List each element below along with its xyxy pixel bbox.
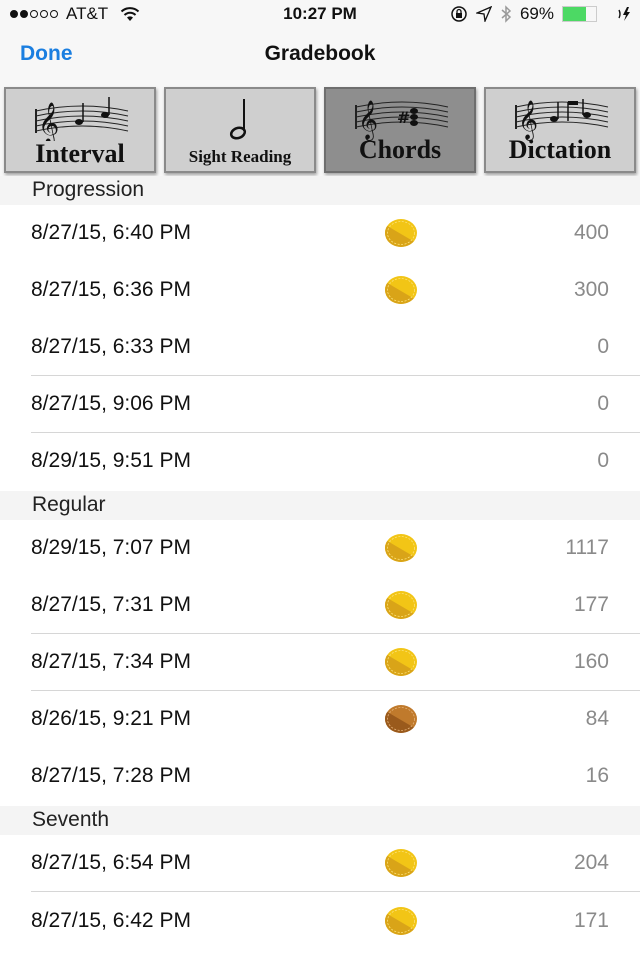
gold-medal-icon — [385, 648, 417, 676]
list-item[interactable]: 8/27/15, 6:40 PM 400 — [0, 205, 640, 262]
tab-label: Dictation — [508, 135, 612, 164]
gold-medal-icon — [385, 276, 417, 304]
half-note-icon — [229, 99, 247, 140]
row-score: 16 — [585, 764, 609, 787]
orientation-lock-icon — [451, 6, 467, 22]
row-score: 171 — [573, 909, 609, 932]
bluetooth-icon — [501, 5, 512, 23]
section-header-progression: Progression — [0, 176, 640, 206]
list-item[interactable]: 8/27/15, 6:33 PM 0 — [0, 319, 640, 376]
tab-dictation[interactable]: 𝄞 Dictation — [484, 87, 636, 173]
tab-label: Interval — [35, 139, 125, 168]
svg-text:𝄞: 𝄞 — [38, 102, 59, 141]
tab-chords[interactable]: 𝄞 # Chords — [324, 87, 476, 173]
row-score: 1117 — [565, 536, 609, 559]
tab-label: Chords — [358, 135, 442, 164]
row-score: 0 — [597, 392, 609, 415]
battery-outline — [562, 6, 597, 22]
svg-text:#: # — [397, 108, 410, 127]
list-item[interactable]: 8/26/15, 9:21 PM 84 — [0, 691, 640, 748]
row-date: 8/29/15, 9:51 PM — [31, 449, 191, 472]
staff-notes-icon: 𝄞 — [35, 97, 129, 141]
row-score: 300 — [573, 278, 609, 301]
bronze-medal-icon — [385, 705, 417, 733]
row-score: 204 — [573, 851, 609, 874]
row-date: 8/27/15, 6:40 PM — [31, 221, 191, 244]
list-item[interactable]: 8/27/15, 6:54 PM 204 — [0, 835, 640, 892]
list-item[interactable]: 8/27/15, 6:42 PM 171 — [0, 893, 640, 950]
row-date: 8/27/15, 6:42 PM — [31, 909, 191, 932]
section-title: Seventh — [32, 808, 110, 831]
battery-icon — [562, 6, 610, 22]
navigation-bar: Done Gradebook — [0, 28, 640, 84]
page-title: Gradebook — [264, 42, 376, 65]
list-item[interactable]: 8/27/15, 7:28 PM 16 — [0, 748, 640, 805]
gold-medal-icon — [385, 907, 417, 935]
section-header-seventh: Seventh — [0, 806, 640, 836]
row-score: 160 — [573, 650, 609, 673]
status-bar: AT&T 10:27 PM 69% — [0, 0, 640, 28]
gold-medal-icon — [385, 219, 417, 247]
gold-medal-icon — [385, 849, 417, 877]
row-date: 8/29/15, 7:07 PM — [31, 536, 191, 559]
tab-interval[interactable]: 𝄞 Interval — [4, 87, 156, 173]
section-header-regular: Regular — [0, 491, 640, 521]
row-date: 8/27/15, 7:28 PM — [31, 764, 191, 787]
category-tab-strip: 𝄞 Interval Sight Reading 𝄞 # Chords 𝄞 Di… — [0, 84, 640, 176]
row-date: 8/27/15, 7:31 PM — [31, 593, 191, 616]
section-title: Regular — [32, 493, 106, 516]
row-score: 0 — [597, 335, 609, 358]
battery-percent: 69% — [519, 4, 554, 23]
list-item[interactable]: 8/27/15, 6:36 PM 300 — [0, 262, 640, 319]
section-title: Progression — [32, 178, 145, 201]
row-date: 8/27/15, 6:33 PM — [31, 335, 191, 358]
row-date: 8/26/15, 9:21 PM — [31, 707, 191, 730]
row-date: 8/27/15, 6:36 PM — [31, 278, 191, 301]
row-score: 0 — [597, 449, 609, 472]
gold-medal-icon — [385, 591, 417, 619]
row-date: 8/27/15, 6:54 PM — [31, 851, 191, 874]
row-score: 400 — [573, 221, 609, 244]
row-score: 177 — [573, 593, 609, 616]
list-item[interactable]: 8/27/15, 7:31 PM 177 — [0, 577, 640, 634]
list-item[interactable]: 8/29/15, 9:51 PM 0 — [0, 433, 640, 490]
charging-icon — [618, 7, 630, 21]
tab-label: Sight Reading — [188, 147, 292, 166]
row-date: 8/27/15, 7:34 PM — [31, 650, 191, 673]
list-item[interactable]: 8/29/15, 7:07 PM 1117 — [0, 520, 640, 577]
gold-medal-icon — [385, 534, 417, 562]
tab-sight-reading[interactable]: Sight Reading — [164, 87, 316, 173]
row-date: 8/27/15, 9:06 PM — [31, 392, 191, 415]
list-item[interactable]: 8/27/15, 9:06 PM 0 — [0, 376, 640, 433]
row-score: 84 — [585, 707, 609, 730]
status-right: 69% — [450, 4, 632, 24]
location-icon — [475, 6, 492, 22]
list-item[interactable]: 8/27/15, 7:34 PM 160 — [0, 634, 640, 691]
